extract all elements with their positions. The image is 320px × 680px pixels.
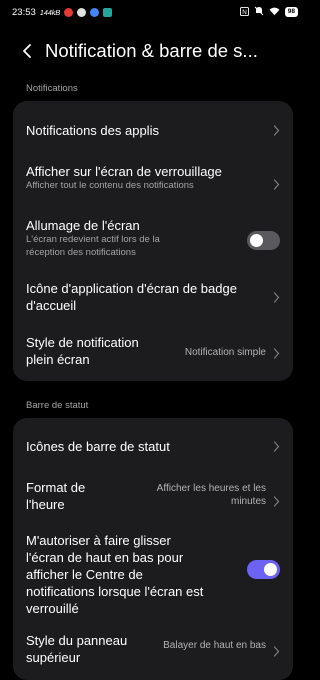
row-texts: Notifications des applis [26,122,159,139]
back-arrow-icon[interactable] [19,43,35,59]
row-title: d'accueil [26,298,77,313]
wifi-icon [269,7,280,18]
row-title: M'autoriser à faire glisser [26,533,171,548]
mute-icon [254,6,264,18]
row-title: Style du panneau [26,633,128,648]
row-title: Notifications des applis [26,122,159,138]
row-title: supérieur [26,650,81,665]
row-app-notifications[interactable]: Notifications des applis [13,101,293,159]
row-subtitle: Afficher tout le contenu des notificatio… [26,180,194,191]
section-label-status-bar: Barre de statut [26,400,89,411]
row-badge-icon[interactable]: Icône d'application d'écran de badge d'a… [13,271,293,323]
row-value: Notification simple [184,347,266,358]
row-status-icons[interactable]: Icônes de barre de statut [13,418,293,475]
row-title: Icône d'application d'écran de badge [26,281,237,296]
chrome-icon [90,7,100,17]
network-speed: 144kB [39,7,61,17]
row-title: afficher le Centre de [26,567,143,582]
app-icon [103,7,113,17]
chevron-right-icon [273,347,280,359]
youtube-icon [64,7,74,17]
circle-icon [77,7,87,17]
row-title: Style de notification [26,335,139,350]
chevron-right-icon [273,124,280,136]
status-bar: 23:53 144kB N 98 [0,0,306,24]
row-texts: M'autoriser à faire glisser l'écran de h… [26,532,203,617]
row-texts: Icônes de barre de statut [26,438,170,455]
row-lock-screen[interactable]: Afficher sur l'écran de verrouillage Aff… [13,159,293,209]
row-texts: Style de notification plein écran [26,334,139,368]
row-texts: Style du panneau supérieur [26,632,127,666]
header: Notification & barre de s... [0,34,306,68]
status-bar-card: Icônes de barre de statut Format de l'he… [13,418,293,680]
row-title: Allumage de l'écran [26,218,140,233]
row-title: verrouillé [26,601,79,616]
row-time-format[interactable]: Format de l'heure Afficher les heures et… [13,475,293,527]
row-value: Afficher les heures et les minutes [157,483,266,508]
clock: 23:53 [12,6,36,18]
row-subtitle: réception des notifications [26,246,136,258]
row-value-line: Afficher les heures et les [156,483,266,494]
row-title: l'heure [26,497,65,512]
row-texts: Format de l'heure [26,479,85,513]
row-value: Balayer de haut en bas [163,640,266,651]
status-bar-left: 23:53 144kB [12,6,113,18]
notifications-card: Notifications des applis Afficher sur l'… [13,101,293,381]
row-screen-on[interactable]: Allumage de l'écran L'écran redevient ac… [13,211,293,269]
row-value-line: minutes [230,495,266,507]
screen-on-toggle[interactable] [247,230,280,250]
row-texts: Allumage de l'écran L'écran redevient ac… [26,217,160,259]
status-bar-right: N 98 [239,6,298,18]
chevron-right-icon [273,178,280,190]
swipe-lockscreen-toggle[interactable] [247,560,280,579]
svg-text:N: N [242,8,247,15]
row-title: l'écran de haut en bas pour [26,550,184,565]
chevron-right-icon [273,441,280,452]
row-subtitle: L'écran redevient actif lors de la [26,234,160,245]
row-title: plein écran [26,352,90,367]
chevron-right-icon [273,645,280,657]
row-title: Afficher sur l'écran de verrouillage [26,164,222,179]
toggle-knob [264,563,277,576]
chevron-right-icon [273,291,280,303]
nfc-icon: N [239,6,249,18]
chevron-right-icon [273,495,280,507]
toggle-knob [250,233,263,247]
row-title: Format de [26,480,86,495]
battery-icon: 98 [284,7,298,17]
row-texts: Icône d'application d'écran de badge d'a… [26,280,237,314]
row-texts: Afficher sur l'écran de verrouillage Aff… [26,163,222,193]
row-title: Icônes de barre de statut [26,439,170,454]
page-title: Notification & barre de s... [45,40,258,61]
row-fullscreen-style[interactable]: Style de notification plein écran Notifi… [13,327,293,379]
row-swipe-lockscreen[interactable]: M'autoriser à faire glisser l'écran de h… [13,529,293,623]
section-label-notifications: Notifications [26,83,78,94]
row-panel-style[interactable]: Style du panneau supérieur Balayer de ha… [13,626,293,676]
row-title: notifications lorsque l'écran est [26,584,204,599]
